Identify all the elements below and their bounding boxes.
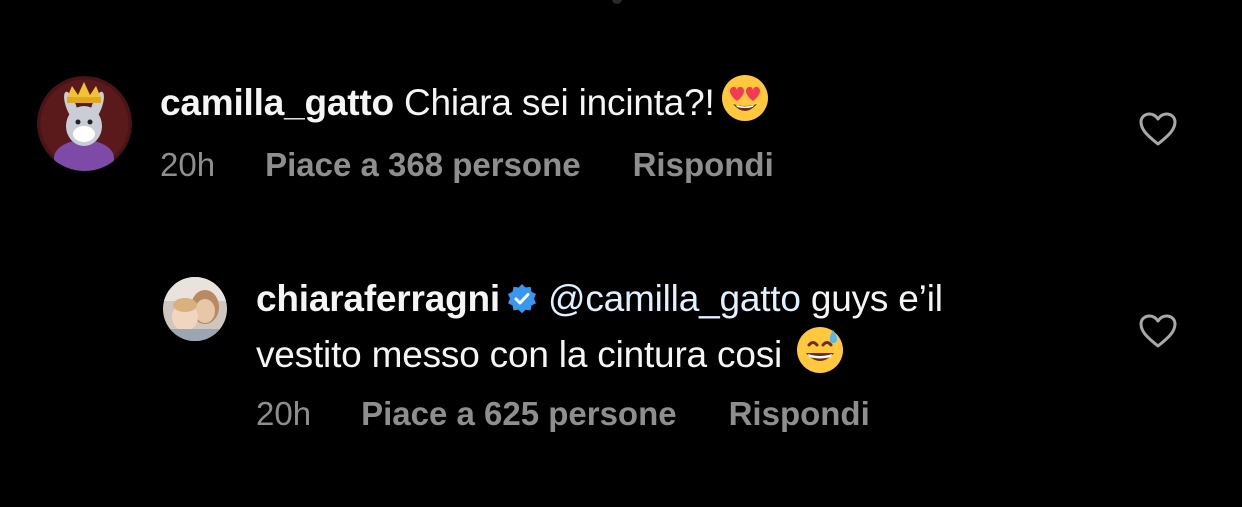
timestamp: 20h <box>256 395 312 432</box>
comment-chiara-reply: chiaraferragni @camilla_gatto guys e’il … <box>0 0 1242 507</box>
reply-button[interactable]: Rispondi <box>729 395 870 433</box>
verified-badge-icon <box>506 279 538 326</box>
comment-body: chiaraferragni @camilla_gatto guys e’il … <box>256 275 943 385</box>
comment-text-line2: vestito messo con la cintura cosi <box>256 334 783 375</box>
comment-meta: 20h Piace a 625 persone Rispondi <box>256 395 870 433</box>
comment-text-line1: guys e’il <box>810 278 943 319</box>
like-heart-icon[interactable] <box>1138 313 1178 349</box>
likes-count[interactable]: Piace a 625 persone <box>361 395 677 433</box>
user-photo-avatar-icon <box>163 277 227 341</box>
mention-link[interactable]: @camilla_gatto <box>548 278 801 319</box>
username[interactable]: chiaraferragni <box>256 278 500 319</box>
sweat-smile-emoji-icon <box>796 326 844 385</box>
avatar[interactable] <box>163 277 227 341</box>
